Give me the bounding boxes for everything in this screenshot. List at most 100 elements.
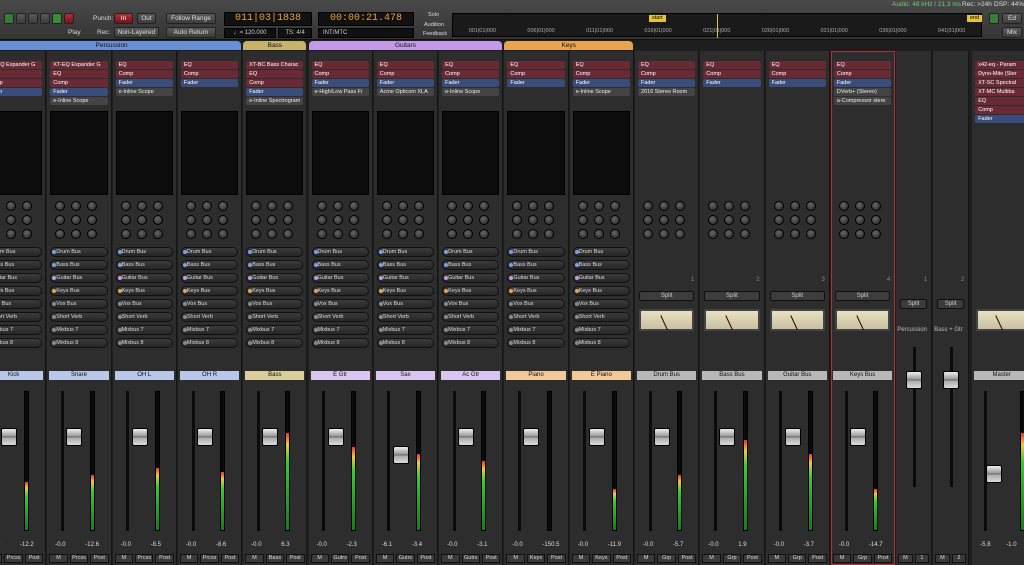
mix-button[interactable]: Mix bbox=[1002, 27, 1022, 38]
trim-knob[interactable] bbox=[251, 229, 262, 239]
send-button[interactable]: Vox Bus bbox=[246, 299, 304, 309]
trim-knob[interactable] bbox=[708, 201, 719, 211]
trim-knob[interactable] bbox=[854, 201, 865, 211]
insert-slot[interactable]: Comp bbox=[0, 79, 43, 87]
insert-slot[interactable]: Comp bbox=[833, 70, 892, 78]
group-button[interactable]: Gutrs bbox=[461, 554, 480, 563]
volume-readout[interactable]: -0.0 bbox=[643, 542, 653, 548]
trim-knob[interactable] bbox=[544, 201, 555, 211]
group-button[interactable]: Keys bbox=[526, 554, 546, 563]
send-button[interactable]: Mixbus 8 bbox=[180, 338, 239, 348]
vca-split-button[interactable]: Split bbox=[900, 299, 928, 309]
trim-knob[interactable] bbox=[740, 215, 751, 225]
send-button[interactable]: Short Verb bbox=[0, 312, 43, 322]
send-button[interactable]: Bass Bus bbox=[442, 260, 500, 270]
start-marker[interactable]: start bbox=[649, 15, 666, 22]
mini-timeline[interactable]: start end 001|01|000 006|01|000 011|01|000… bbox=[452, 13, 983, 38]
send-button[interactable]: Guitar Bus bbox=[311, 273, 369, 283]
trim-knob[interactable] bbox=[381, 229, 392, 239]
trim-knob[interactable] bbox=[544, 229, 555, 239]
send-button[interactable]: Mixbus 7 bbox=[442, 325, 500, 335]
trim-knob[interactable] bbox=[838, 201, 849, 211]
trim-knob[interactable] bbox=[643, 201, 653, 211]
trim-knob[interactable] bbox=[120, 229, 131, 239]
group-button[interactable]: Gutrs bbox=[330, 554, 350, 563]
peak-readout[interactable]: 6.3 bbox=[281, 542, 289, 548]
trim-knob[interactable] bbox=[512, 201, 523, 211]
trim-knob[interactable] bbox=[283, 229, 294, 239]
editor-button[interactable] bbox=[989, 13, 999, 24]
trim-knob[interactable] bbox=[512, 229, 523, 239]
send-button[interactable]: Mixbus 8 bbox=[115, 338, 173, 348]
mute-button[interactable]: M bbox=[49, 554, 68, 563]
send-button[interactable]: Drum Bus bbox=[246, 247, 304, 257]
insert-slot[interactable]: Comp bbox=[703, 70, 761, 78]
ed-button[interactable]: Ed bbox=[1002, 13, 1022, 24]
volume-readout[interactable]: -0.0 bbox=[578, 542, 588, 548]
insert-slot[interactable]: Fader bbox=[833, 79, 892, 87]
trim-knob[interactable] bbox=[185, 229, 196, 239]
vca-fader-cap[interactable] bbox=[906, 371, 923, 389]
insert-slot[interactable]: e-Inline Scope bbox=[115, 88, 173, 96]
trim-knob[interactable] bbox=[332, 215, 343, 225]
send-button[interactable]: Vox Bus bbox=[115, 299, 173, 309]
insert-slot[interactable]: Fader bbox=[572, 79, 630, 87]
send-button[interactable]: Bass Bus bbox=[572, 260, 630, 270]
send-button[interactable]: Keys Bus bbox=[572, 286, 630, 296]
rec-arm-button[interactable] bbox=[64, 13, 74, 24]
group-tab[interactable]: Guitars bbox=[308, 41, 503, 50]
insert-slot[interactable]: Fader bbox=[311, 79, 369, 87]
volume-readout[interactable]: -6.1 bbox=[382, 542, 392, 548]
trim-knob[interactable] bbox=[724, 201, 735, 211]
group-button[interactable]: Grp bbox=[657, 554, 676, 563]
insert-slot[interactable]: EQ bbox=[311, 61, 369, 69]
group-tab[interactable]: Keys bbox=[504, 41, 633, 50]
group-button[interactable]: Grp bbox=[853, 554, 872, 563]
send-button[interactable]: Bass Bus bbox=[246, 260, 304, 270]
fader-cap[interactable] bbox=[784, 427, 801, 446]
trim-knob[interactable] bbox=[447, 229, 458, 239]
insert-slot[interactable]: XT-EQ Expander G bbox=[0, 61, 43, 69]
trim-knob[interactable] bbox=[348, 201, 359, 211]
insert-slot[interactable]: EQ bbox=[768, 61, 826, 69]
trim-knob[interactable] bbox=[71, 229, 82, 239]
send-button[interactable]: Vox Bus bbox=[376, 299, 435, 309]
trim-knob[interactable] bbox=[838, 215, 849, 225]
split-button[interactable]: Split bbox=[769, 291, 825, 301]
insert-slot[interactable]: Fader bbox=[638, 79, 696, 87]
meter-point-button[interactable]: Post bbox=[90, 554, 109, 563]
insert-slot[interactable]: Fader bbox=[376, 79, 435, 87]
mute-button[interactable]: M bbox=[506, 554, 525, 563]
send-button[interactable]: Keys Bus bbox=[376, 286, 435, 296]
trim-knob[interactable] bbox=[838, 229, 849, 239]
group-button[interactable]: Prcss bbox=[69, 554, 89, 563]
tempo-display[interactable]: ♩= 120.000 bbox=[224, 28, 276, 38]
mute-button[interactable]: M bbox=[0, 554, 3, 563]
insert-slot[interactable]: EQ bbox=[0, 70, 43, 78]
trim-knob[interactable] bbox=[413, 229, 424, 239]
send-button[interactable]: Mixbus 7 bbox=[572, 325, 630, 335]
insert-slot[interactable]: Fader bbox=[180, 79, 239, 87]
trim-knob[interactable] bbox=[789, 215, 800, 225]
send-button[interactable]: Vox Bus bbox=[442, 299, 500, 309]
send-button[interactable]: Guitar Bus bbox=[115, 273, 173, 283]
trim-knob[interactable] bbox=[185, 201, 196, 211]
trim-knob[interactable] bbox=[136, 229, 147, 239]
insert-slot[interactable]: Comp bbox=[311, 70, 369, 78]
trim-knob[interactable] bbox=[251, 215, 262, 225]
trim-knob[interactable] bbox=[479, 201, 490, 211]
insert-slot[interactable]: x42-eq - Param bbox=[975, 61, 1024, 69]
trim-knob[interactable] bbox=[87, 215, 98, 225]
time-signature[interactable]: TS: 4/4 bbox=[278, 28, 312, 38]
send-button[interactable]: Drum Bus bbox=[115, 247, 173, 257]
send-button[interactable]: Short Verb bbox=[50, 312, 108, 322]
volume-readout[interactable]: -0.0 bbox=[317, 542, 327, 548]
send-button[interactable]: Mixbus 7 bbox=[0, 325, 43, 335]
insert-slot[interactable]: Acme Opticom XLA bbox=[376, 88, 435, 96]
send-button[interactable]: Short Verb bbox=[180, 312, 239, 322]
group-button[interactable]: Grp bbox=[722, 554, 742, 563]
volume-readout[interactable]: -0.0 bbox=[839, 542, 849, 548]
send-button[interactable]: Vox Bus bbox=[180, 299, 239, 309]
send-button[interactable]: Vox Bus bbox=[507, 299, 565, 309]
insert-slot[interactable]: e-Inline Scope bbox=[572, 88, 630, 96]
